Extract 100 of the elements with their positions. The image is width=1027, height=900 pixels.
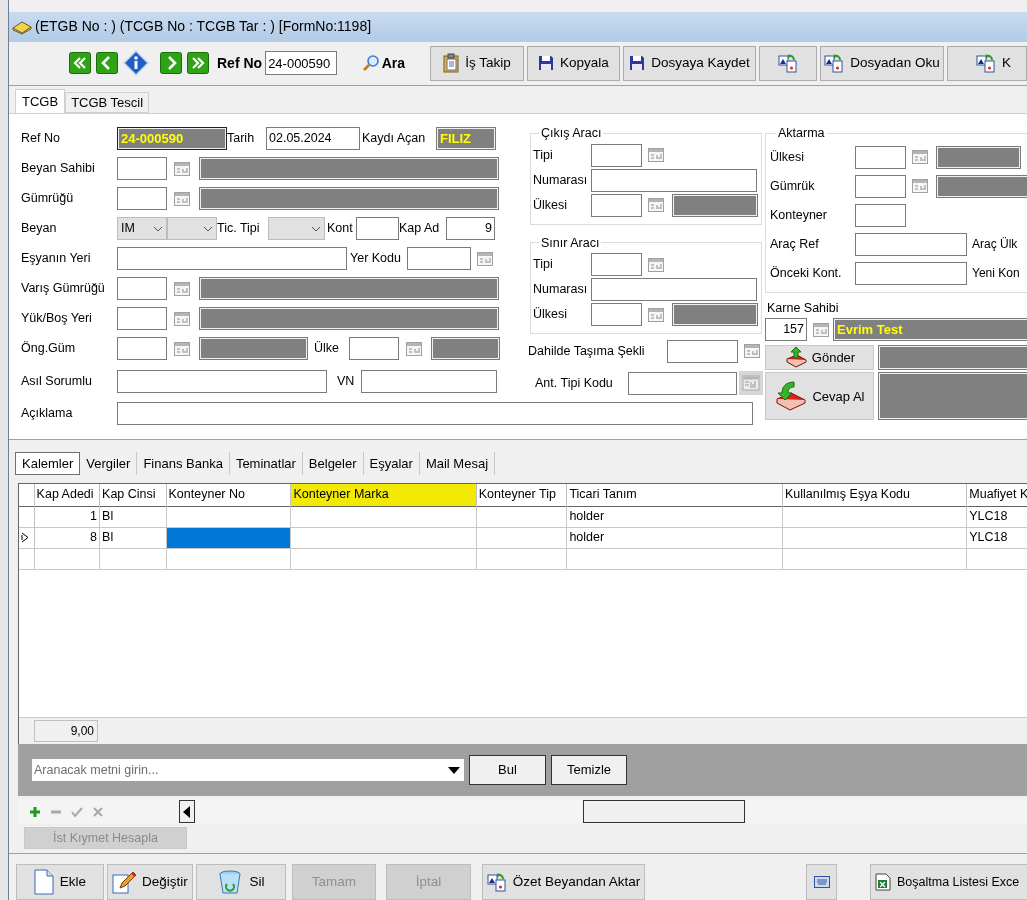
action-button[interactable]: Gönder (765, 345, 874, 371)
column-header[interactable]: Konteyner No (166, 484, 291, 506)
tab[interactable]: Finans Banka (137, 452, 230, 475)
action-button[interactable]: Cevap Al (765, 372, 874, 421)
input-field[interactable] (117, 247, 347, 271)
input-field[interactable] (591, 143, 642, 167)
input-field[interactable] (855, 203, 906, 227)
search-action-button[interactable]: Bul (469, 755, 546, 785)
table-lookup-icon[interactable] (744, 344, 760, 359)
tab[interactable]: Mail Mesaj (419, 452, 496, 475)
input-field[interactable] (349, 337, 399, 361)
dropdown[interactable]: IM (117, 217, 167, 241)
next-icon[interactable] (160, 52, 182, 75)
bottom-button[interactable]: Değiştir (107, 864, 193, 900)
column-header[interactable]: Konteyner Tip (476, 484, 567, 506)
table-lookup-icon[interactable] (648, 198, 664, 213)
toolbar-button[interactable]: Dosyaya Kaydet (623, 45, 756, 81)
input-field[interactable] (855, 174, 906, 198)
table-lookup-icon[interactable] (174, 191, 190, 206)
field-label: Numarası (533, 171, 589, 189)
toolbar-button[interactable]: Dosyadan Oku (820, 45, 944, 81)
input-field[interactable] (591, 303, 642, 327)
table-lookup-icon[interactable] (477, 251, 493, 266)
input-field[interactable] (855, 261, 967, 285)
input-field[interactable] (667, 339, 738, 363)
table-lookup-icon[interactable] (648, 148, 664, 163)
toolbar-button[interactable]: Kopyala (527, 45, 620, 81)
first-record-icon[interactable] (69, 52, 91, 75)
input-field[interactable] (117, 187, 167, 211)
keyboard-icon (813, 876, 830, 888)
tab[interactable]: Belgeler (302, 452, 364, 475)
column-header[interactable]: Kap Adedi (34, 484, 100, 506)
tab[interactable]: Vergiler (80, 452, 138, 475)
document-arrow-icon (824, 53, 845, 74)
input-field[interactable] (117, 277, 167, 301)
input-field[interactable] (591, 278, 757, 302)
readonly-field: 24-000590 (117, 127, 227, 151)
toolbar-button[interactable] (759, 45, 817, 81)
bottom-button[interactable]: Ekle (16, 864, 104, 900)
input-field[interactable] (591, 253, 642, 277)
bottom-button[interactable]: Boşaltma Listesi Exce (870, 864, 1027, 900)
bottom-button[interactable]: Özet Beyandan Aktar (482, 864, 645, 900)
scroll-left-button[interactable] (179, 800, 195, 823)
table-lookup-icon[interactable] (813, 322, 829, 337)
input-field[interactable]: 157 (765, 318, 807, 342)
input-field[interactable] (591, 168, 757, 192)
input-field[interactable] (117, 307, 167, 331)
input-field[interactable] (855, 232, 967, 256)
input-field[interactable] (117, 157, 167, 181)
cross-icon (91, 805, 104, 818)
tab[interactable]: TCGB (15, 88, 66, 113)
table-lookup-icon[interactable] (174, 311, 190, 326)
input-field[interactable] (407, 247, 471, 271)
tab[interactable]: Kalemler (15, 452, 81, 475)
last-record-icon[interactable] (187, 52, 209, 75)
document-arrow-icon (778, 53, 798, 74)
chevron-icon (153, 225, 163, 232)
total-field: 9,00 (34, 720, 98, 742)
table-cell: 1 (34, 506, 100, 527)
previous-icon[interactable] (96, 52, 118, 75)
toolbar-button[interactable]: K (947, 45, 1027, 81)
input-field[interactable] (628, 371, 737, 395)
column-header[interactable]: Kap Cinsi (99, 484, 167, 506)
table-lookup-icon[interactable] (174, 281, 190, 296)
table-lookup-icon[interactable] (912, 150, 928, 165)
input-field[interactable]: 02.05.2024 (266, 127, 360, 151)
document-arrow-icon (486, 872, 507, 892)
field-label: Yük/Boş Yeri (21, 310, 93, 328)
input-field[interactable] (591, 193, 642, 217)
bottom-button[interactable]: Sil (196, 864, 286, 900)
tab[interactable]: TCGB Tescil (65, 91, 150, 113)
tab[interactable]: Teminatlar (229, 452, 303, 475)
bottom-button[interactable] (806, 864, 837, 900)
scroll-thumb[interactable] (583, 800, 745, 823)
tab[interactable]: Eşyalar (363, 452, 420, 475)
table-lookup-icon[interactable] (648, 307, 664, 322)
info-icon[interactable] (123, 50, 149, 77)
ref-input[interactable]: 24-000590 (265, 51, 337, 76)
table-lookup-icon[interactable] (174, 161, 190, 176)
table-lookup-icon[interactable] (406, 341, 422, 356)
input-field[interactable] (356, 217, 399, 241)
search-combo[interactable]: Aranacak metni girin... (32, 759, 464, 781)
search-button[interactable]: Ara (361, 52, 405, 74)
table-lookup-icon[interactable] (648, 257, 664, 272)
chevron-icon (203, 225, 213, 232)
table-lookup-icon[interactable] (912, 179, 928, 194)
search-action-button[interactable]: Temizle (551, 755, 627, 785)
column-header[interactable]: Ticari Tanım (566, 484, 783, 506)
table-lookup-icon[interactable] (174, 341, 190, 356)
input-field[interactable] (855, 145, 906, 169)
toolbar-button[interactable]: İş Takip (430, 45, 524, 81)
input-field[interactable] (361, 370, 497, 394)
field-label: Önceki Kont. (770, 264, 843, 282)
column-header[interactable]: Kullanılmış Eşya Kodu (782, 484, 967, 506)
input-field[interactable] (117, 370, 327, 394)
input-field[interactable] (117, 401, 753, 425)
input-field[interactable]: 9 (446, 217, 495, 241)
group-title: Sınır Aracı (540, 234, 601, 252)
column-header[interactable]: Konteyner Marka (290, 484, 477, 506)
input-field[interactable] (117, 337, 167, 361)
